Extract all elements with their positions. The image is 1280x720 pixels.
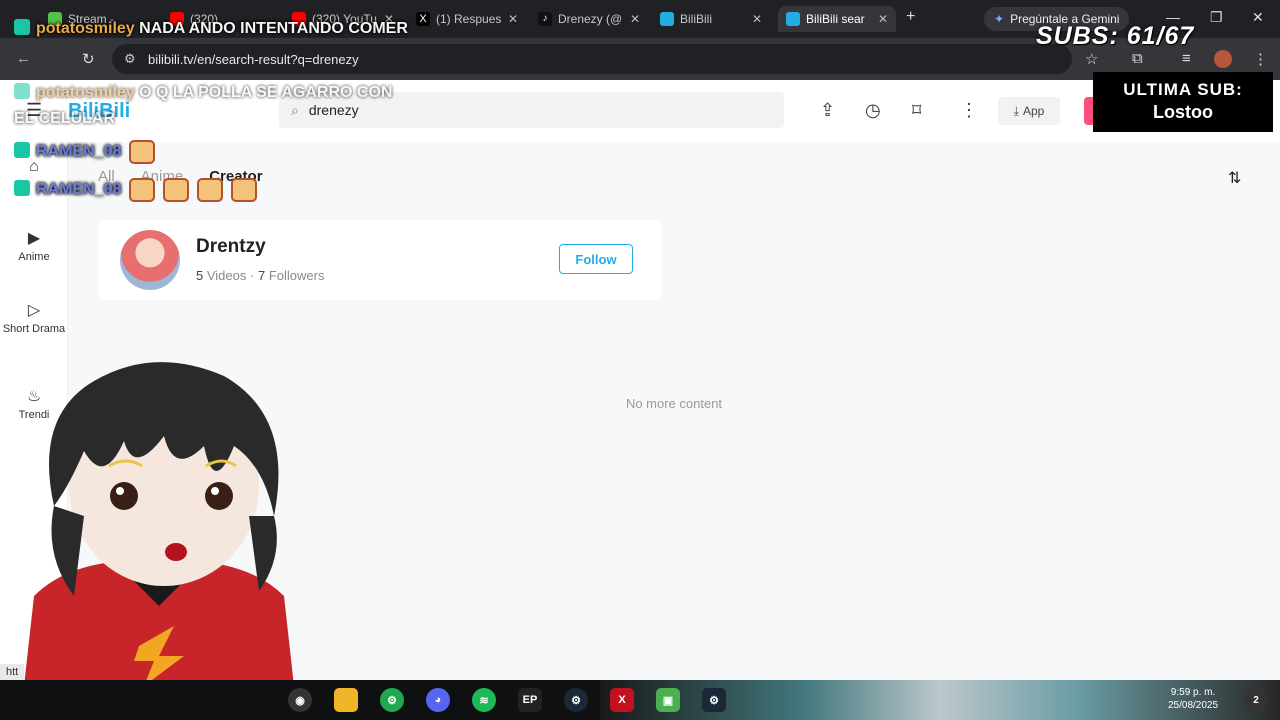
videos-label: Videos xyxy=(206,268,247,283)
close-window-icon[interactable]: ✕ xyxy=(1252,9,1264,26)
app-label: App xyxy=(1022,104,1045,118)
chat-badge-icon xyxy=(14,83,30,99)
folder-icon[interactable] xyxy=(334,688,358,712)
tiktok-icon: ♪ xyxy=(538,12,552,26)
new-tab-icon[interactable]: + xyxy=(906,8,915,26)
taskbar-clock[interactable]: 9:59 p. m. 25/08/2025 xyxy=(1168,686,1218,712)
obs-icon[interactable]: ◉ xyxy=(288,688,312,712)
steam-icon[interactable]: ⚙ xyxy=(564,688,588,712)
play-square-icon: ▷ xyxy=(27,302,41,319)
minecraft-icon[interactable]: ▣ xyxy=(656,688,680,712)
bilibili-icon xyxy=(786,12,800,26)
extensions-icon[interactable]: ⧉ xyxy=(1132,50,1143,67)
bookmark-star-icon[interactable]: ☆ xyxy=(1085,50,1098,68)
chat-text: NADA ANDO INTENTANDO COMER xyxy=(139,20,408,37)
chat-username: potatosmiley xyxy=(36,84,135,101)
clock-time: 9:59 p. m. xyxy=(1170,687,1216,698)
history-clock-icon[interactable]: ◷ xyxy=(865,100,881,121)
steam-alt-icon[interactable]: ⚙ xyxy=(702,688,726,712)
chat-username: RAMEN_08 xyxy=(36,143,122,161)
media-control-icon[interactable]: ≡ xyxy=(1182,50,1191,67)
close-tab-icon[interactable]: ✕ xyxy=(878,12,888,26)
videos-count: 5 xyxy=(196,268,204,283)
sidebar-item-label: Short Drama xyxy=(2,323,66,335)
reload-icon[interactable]: ↻ xyxy=(82,50,95,68)
last-sub-panel: ULTIMA SUB: Lostoo xyxy=(1093,72,1273,132)
back-icon[interactable]: ← xyxy=(16,50,31,67)
chat-message: RAMEN_08 xyxy=(14,140,156,164)
creator-name[interactable]: Drentzy xyxy=(196,236,266,258)
chat-username: potatosmiley xyxy=(36,20,135,37)
close-tab-icon[interactable]: ✕ xyxy=(630,12,640,26)
taskbar: ◉ ⚙ ◕ ≋ EP ⚙ X ▣ ⚙ 9:59 p. m. 25/08/2025… xyxy=(0,680,1280,720)
site-settings-icon[interactable]: ⚙ xyxy=(124,51,136,67)
tab-label: (1) Respues xyxy=(436,12,502,26)
creator-avatar[interactable] xyxy=(120,230,180,290)
browser-tab[interactable]: X (1) Respues ✕ xyxy=(408,6,526,32)
close-tab-icon[interactable]: ✕ xyxy=(508,12,518,26)
chat-badge-icon xyxy=(14,19,30,35)
followers-label: Followers xyxy=(268,268,325,283)
sidebar-item-anime[interactable]: ▶ Anime xyxy=(0,228,68,263)
x-logo-icon: X xyxy=(416,12,430,26)
cat-emote-icon xyxy=(197,178,224,202)
address-bar[interactable]: ⚙ bilibili.tv/en/search-result?q=drenezy xyxy=(112,44,1072,74)
chat-message: potatosmiley O Q LA POLLA SE AGARRO CON … xyxy=(14,80,414,132)
tab-label: BiliBili xyxy=(680,12,713,26)
creator-card[interactable]: Drentzy 5 Videos · 7 Followers Follow xyxy=(98,220,662,300)
follow-button[interactable]: Follow xyxy=(559,244,633,274)
discord-icon[interactable]: ◕ xyxy=(426,688,450,712)
sort-icon[interactable]: ⇅ xyxy=(1228,168,1241,188)
spotify-icon[interactable]: ≋ xyxy=(472,688,496,712)
bilibili-icon xyxy=(660,12,674,26)
upload-icon[interactable]: ⇪ xyxy=(820,100,835,121)
followers-count: 7 xyxy=(257,268,266,283)
cat-emote-icon xyxy=(129,178,156,202)
chat-badge-icon xyxy=(14,142,30,159)
restore-icon[interactable]: ❐ xyxy=(1210,9,1223,26)
browser-tab[interactable]: ♪ Drenezy (@ ✕ xyxy=(530,6,648,32)
play-square-icon: ▶ xyxy=(27,230,41,247)
sidebar-item-short-drama[interactable]: ▷ Short Drama xyxy=(0,300,68,335)
chat-message: potatosmiley NADA ANDO INTENTANDO COMER xyxy=(14,16,414,42)
vtuber-avatar xyxy=(14,356,304,680)
gemini-sparkle-icon: ✦ xyxy=(994,12,1005,26)
epic-games-icon[interactable]: EP xyxy=(518,688,542,712)
app-icon[interactable]: ⚙ xyxy=(380,688,404,712)
tab-label: Drenezy (@ xyxy=(558,12,623,26)
sidebar-item-label: Anime xyxy=(18,251,50,263)
download-app-button[interactable]: ⤓ App xyxy=(998,97,1060,125)
browser-tab-active[interactable]: BiliBili sear ✕ xyxy=(778,6,896,32)
bookmark-icon[interactable]: ⌑ xyxy=(912,100,921,121)
last-sub-title: ULTIMA SUB: xyxy=(1123,80,1243,99)
subs-counter: SUBS: 61/67 xyxy=(1036,22,1195,50)
browser-tab[interactable]: BiliBili ✕ xyxy=(652,6,770,32)
creator-stats: 5 Videos · 7 Followers xyxy=(196,268,324,283)
stats-separator: · xyxy=(250,268,255,283)
clock-date: 25/08/2025 xyxy=(1168,700,1219,711)
app-x-icon[interactable]: X xyxy=(610,688,634,712)
cat-emote-icon xyxy=(163,178,190,202)
last-sub-name: Lostoo xyxy=(1153,102,1213,122)
url-text: bilibili.tv/en/search-result?q=drenezy xyxy=(148,51,359,67)
status-bar-url: htt xyxy=(0,664,25,680)
cat-emote-icon xyxy=(129,140,156,164)
download-icon: ⤓ xyxy=(1013,103,1019,118)
chat-message: RAMEN_08 xyxy=(14,178,258,202)
chat-username: RAMEN_08 xyxy=(36,181,122,199)
browser-menu-icon[interactable]: ⋮ xyxy=(1253,50,1268,68)
cat-emote-icon xyxy=(231,178,258,202)
close-tab-icon[interactable]: ✕ xyxy=(752,12,762,26)
vtuber-illustration xyxy=(24,362,294,680)
notification-badge[interactable]: 2 xyxy=(1244,688,1268,712)
profile-avatar[interactable] xyxy=(1214,50,1232,68)
more-options-icon[interactable]: ⋮ xyxy=(960,100,978,121)
chat-badge-icon xyxy=(14,180,30,197)
tab-label: BiliBili sear xyxy=(806,12,865,26)
